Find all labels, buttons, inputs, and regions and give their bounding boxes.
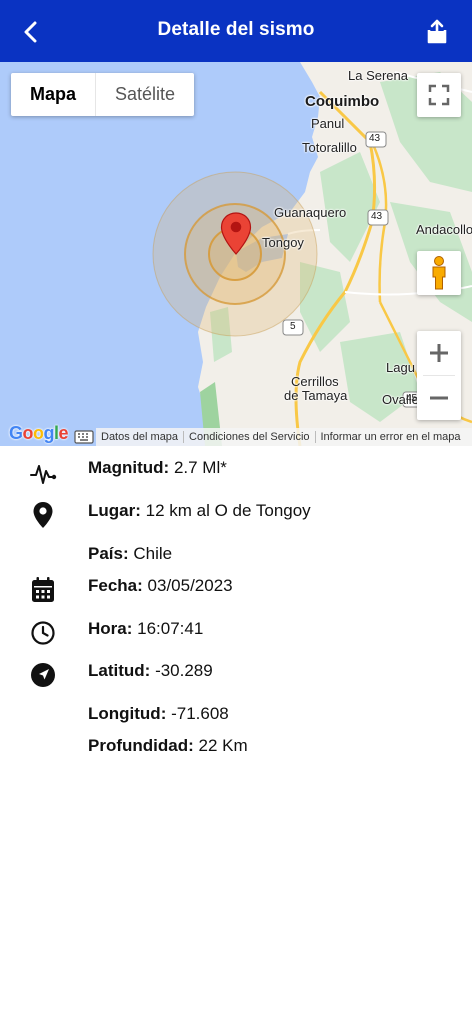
date-label: Fecha: xyxy=(88,576,143,595)
country-value: Chile xyxy=(133,544,173,563)
detail-time: Hora: 16:07:41 xyxy=(0,615,472,655)
depth-label: Profundidad: xyxy=(88,736,194,755)
map-label-de-tamaya: de Tamaya xyxy=(284,388,348,403)
route-5-shield: 5 xyxy=(290,321,296,332)
detail-magnitude: Magnitud: 2.7 Ml* xyxy=(0,454,472,494)
detail-place: Lugar: 12 km al O de Tongoy xyxy=(0,497,472,537)
map-data-link[interactable]: Datos del mapa xyxy=(96,431,185,443)
share-button[interactable] xyxy=(420,16,454,48)
map-label-andacollo: Andacollo xyxy=(416,222,472,237)
map-label-guanaquero: Guanaquero xyxy=(274,205,347,220)
clock-icon xyxy=(27,617,59,649)
map-type-toggle: Mapa Satélite xyxy=(11,73,195,116)
zoom-out-button[interactable] xyxy=(417,376,461,420)
latitude-value: -30.289 xyxy=(155,661,213,680)
map-footer: Google Datos del mapa Condiciones del Se… xyxy=(0,423,472,446)
longitude-value: -71.608 xyxy=(171,704,229,723)
date-value: 03/05/2023 xyxy=(147,576,233,595)
depth-value: 22 Km xyxy=(198,736,248,755)
fullscreen-icon xyxy=(428,84,450,106)
place-label: Lugar: xyxy=(88,501,141,520)
place-value: 12 km al O de Tongoy xyxy=(145,501,311,520)
time-label: Hora: xyxy=(88,619,133,638)
street-view-button[interactable] xyxy=(417,251,461,295)
map-label-panul: Panul xyxy=(311,116,345,131)
page-title: Detalle del sismo xyxy=(157,19,315,40)
longitude-label: Longitud: xyxy=(88,704,167,723)
calendar-icon xyxy=(27,574,59,606)
latitude-label: Latitud: xyxy=(88,661,151,680)
map-type-satellite-button[interactable]: Satélite xyxy=(95,73,194,116)
map-label-cerrillos: Cerrillos xyxy=(291,374,339,389)
plus-icon xyxy=(430,344,448,362)
map-label-lagu: Lagu xyxy=(386,360,415,375)
route-43-shield-a: 43 xyxy=(369,133,381,144)
keyboard-shortcuts-icon[interactable] xyxy=(74,430,94,444)
earthquake-map[interactable]: La Serena Coquimbo Panul Totoralillo Gua… xyxy=(0,62,472,446)
pegman-icon xyxy=(432,256,446,290)
country-label: País: xyxy=(88,544,129,563)
fullscreen-button[interactable] xyxy=(417,73,461,117)
map-label-coquimbo: Coquimbo xyxy=(305,93,380,110)
time-value: 16:07:41 xyxy=(137,619,204,638)
map-label-totoralillo: Totoralillo xyxy=(302,140,357,155)
epicenter-pin-icon[interactable] xyxy=(220,212,252,256)
pulse-icon xyxy=(27,458,59,490)
detail-date: Fecha: 03/05/2023 xyxy=(0,572,472,612)
navigation-arrow-icon xyxy=(27,659,59,691)
route-43-shield-b: 43 xyxy=(371,211,383,222)
minus-icon xyxy=(430,396,448,400)
map-label-la-serena: La Serena xyxy=(348,68,408,83)
route-45-shield: 45 xyxy=(406,393,418,404)
magnitude-label: Magnitud: xyxy=(88,458,170,477)
detail-depth: Profundidad: 22 Km xyxy=(0,732,472,772)
map-type-map-button[interactable]: Mapa xyxy=(11,73,95,116)
terms-link[interactable]: Condiciones del Servicio xyxy=(184,431,316,443)
app-bar: Detalle del sismo xyxy=(0,0,472,62)
map-label-tongoy: Tongoy xyxy=(262,235,304,250)
detail-latitude: Latitud: -30.289 xyxy=(0,657,472,697)
magnitude-value: 2.7 Ml* xyxy=(173,458,227,477)
share-icon xyxy=(427,19,447,44)
map-attribution-strip: Datos del mapa Condiciones del Servicio … xyxy=(96,428,472,446)
google-logo: Google xyxy=(9,423,69,443)
zoom-in-button[interactable] xyxy=(417,331,461,375)
location-pin-icon xyxy=(27,499,59,531)
report-error-link[interactable]: Informar un error en el mapa xyxy=(316,431,466,443)
zoom-control xyxy=(417,331,461,420)
